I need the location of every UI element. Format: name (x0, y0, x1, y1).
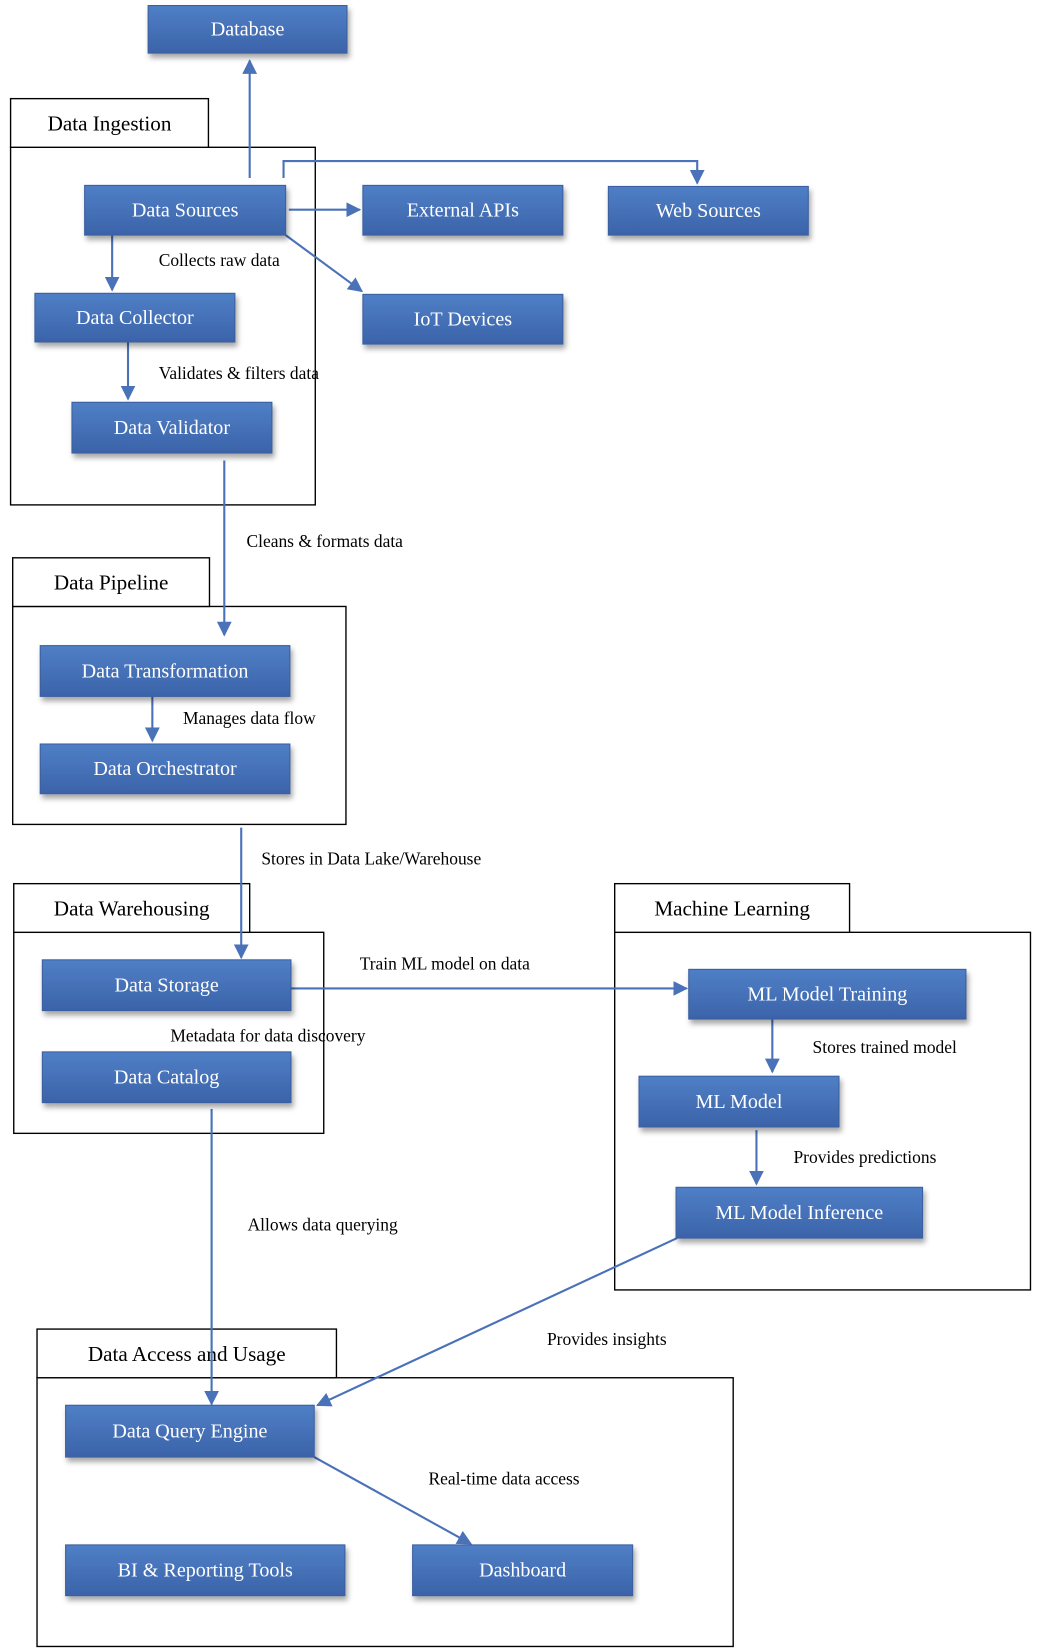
node-external-apis[interactable]: External APIs (362, 184, 564, 236)
edge-label: Allows data querying (248, 1215, 398, 1235)
node-label: ML Model (696, 1091, 783, 1113)
node-label: Database (211, 19, 285, 41)
group-label: Data Warehousing (54, 896, 210, 920)
node-label: Data Orchestrator (93, 758, 237, 780)
node-data-storage[interactable]: Data Storage (41, 959, 292, 1012)
edge-data-sources-to-web-sources (282, 159, 705, 185)
node-database[interactable]: Database (147, 5, 348, 54)
node-bi-reporting-tools[interactable]: BI & Reporting Tools (65, 1544, 346, 1597)
node-iot-devices[interactable]: IoT Devices (362, 293, 564, 345)
edge-label: Stores trained model (813, 1037, 957, 1057)
edge-label: Real-time data access (428, 1469, 579, 1489)
node-data-transformation[interactable]: Data Transformation (39, 645, 291, 697)
node-label: Data Transformation (82, 660, 249, 682)
edge-label: Train ML model on data (360, 953, 530, 973)
node-label: Data Collector (76, 307, 194, 329)
node-ml-model-inference[interactable]: ML Model Inference (675, 1186, 924, 1239)
node-label: Data Storage (114, 975, 218, 997)
node-label: Data Query Engine (112, 1421, 267, 1443)
group-label: Data Pipeline (54, 571, 168, 595)
edge-data-sources-to-iot-devices (285, 234, 364, 293)
node-label: Data Sources (132, 200, 239, 222)
node-data-orchestrator[interactable]: Data Orchestrator (39, 743, 291, 795)
node-label: ML Model Training (747, 984, 907, 1006)
node-label: External APIs (407, 200, 519, 222)
edge-ml-model-inference-to-data-query-engine (316, 1237, 678, 1407)
node-data-query-engine[interactable]: Data Query Engine (65, 1404, 315, 1458)
node-data-collector[interactable]: Data Collector (34, 292, 236, 343)
edge-label: Collects raw data (159, 250, 280, 270)
edge-label: Stores in Data Lake/Warehouse (261, 849, 481, 869)
node-label: Data Catalog (114, 1067, 219, 1089)
edge-label: Provides insights (547, 1329, 667, 1349)
node-label: IoT Devices (414, 309, 513, 331)
group-label: Data Ingestion (48, 111, 172, 135)
edge-label: Cleans & formats data (247, 531, 404, 551)
edge-label: Validates & filters data (159, 363, 320, 383)
edge-label: Metadata for data discovery (170, 1025, 365, 1045)
architecture-diagram: Data Ingestion Data Pipeline Data Warehous… (9, 5, 1032, 1648)
node-label: BI & Reporting Tools (118, 1560, 293, 1582)
node-ml-model[interactable]: ML Model (638, 1075, 840, 1128)
node-label: Dashboard (479, 1560, 566, 1582)
node-ml-model-training[interactable]: ML Model Training (688, 968, 967, 1020)
node-data-sources[interactable]: Data Sources (84, 184, 287, 236)
edge-label: Provides predictions (793, 1147, 936, 1167)
node-data-catalog[interactable]: Data Catalog (41, 1051, 292, 1104)
node-label: ML Model Inference (715, 1202, 883, 1224)
group-label: Machine Learning (654, 896, 810, 920)
node-data-validator[interactable]: Data Validator (71, 401, 273, 454)
edge-label: Manages data flow (183, 708, 316, 728)
node-dashboard[interactable]: Dashboard (412, 1544, 634, 1597)
node-label: Web Sources (656, 200, 761, 222)
node-web-sources[interactable]: Web Sources (607, 185, 809, 236)
group-label: Data Access and Usage (88, 1342, 286, 1366)
group-access: Data Access and Usage (36, 1328, 734, 1648)
node-label: Data Validator (114, 417, 231, 439)
